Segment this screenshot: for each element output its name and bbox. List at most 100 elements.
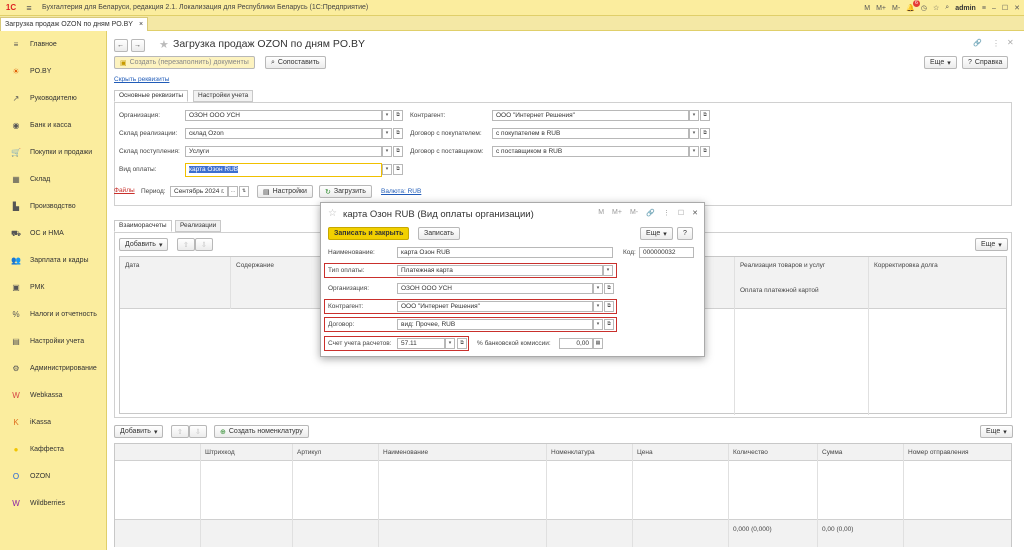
- search-icon[interactable]: ⌕: [945, 4, 949, 12]
- dialog-more-icon[interactable]: ⋮: [663, 209, 670, 217]
- more-button-grid2[interactable]: Еще ▾: [980, 425, 1013, 438]
- column-card-payment[interactable]: Оплата платежной картой: [740, 287, 819, 294]
- m-button[interactable]: M: [864, 5, 870, 12]
- move-up-button-bottom[interactable]: ⇧: [171, 425, 189, 438]
- column-date[interactable]: Дата: [125, 262, 139, 269]
- sidebar-item-chart[interactable]: ↗ Руководителю: [0, 85, 106, 112]
- sidebar-item-menu[interactable]: ≡ Главное: [0, 31, 106, 58]
- buyer-contract-field[interactable]: с покупателем в RUB: [492, 128, 689, 139]
- organization-field[interactable]: ОЗОН ООО УСН: [185, 110, 382, 121]
- sidebar-item-webkassa[interactable]: W Webkassa: [0, 382, 106, 409]
- period-stepper[interactable]: ⇅: [239, 186, 249, 197]
- move-down-button-bottom[interactable]: ⇩: [189, 425, 207, 438]
- m-plus-button[interactable]: M+: [876, 5, 886, 12]
- tab-document[interactable]: Загрузка продаж OZON по дням PO.BY ×: [0, 17, 149, 31]
- column-sum[interactable]: Сумма: [822, 449, 842, 456]
- name-field[interactable]: карта Озон RUB: [397, 247, 613, 258]
- tab-close-icon[interactable]: ×: [139, 21, 143, 28]
- hide-details-link[interactable]: Скрыть реквизиты: [114, 76, 169, 83]
- files-link[interactable]: Файлы: [114, 187, 135, 194]
- create-nomenclature-button[interactable]: ⊕ Создать номенклатуру: [214, 425, 309, 438]
- move-up-button[interactable]: ⇧: [177, 238, 195, 251]
- main-menu-icon[interactable]: ≡: [22, 3, 36, 13]
- dialog-contractor-dropdown[interactable]: ▾: [593, 301, 603, 312]
- move-down-button[interactable]: ⇩: [195, 238, 213, 251]
- dialog-more-button[interactable]: Еще ▾: [640, 227, 673, 240]
- column-name[interactable]: Наименование: [383, 449, 428, 456]
- warehouse-in-open[interactable]: ⧉: [393, 146, 403, 157]
- sidebar-item-coin[interactable]: ◉ Банк и касса: [0, 112, 106, 139]
- payment-kind-dropdown[interactable]: ▾: [603, 265, 613, 276]
- warehouse-sale-field[interactable]: склад Ozon: [185, 128, 382, 139]
- sidebar-item-sun[interactable]: ☀ PO.BY: [0, 58, 106, 85]
- add-button[interactable]: Добавить ▾: [119, 238, 169, 251]
- dialog-close-icon[interactable]: ✕: [692, 209, 698, 217]
- settings-button[interactable]: ▤ Настройки: [257, 185, 313, 198]
- supplier-contract-field[interactable]: с поставщиком в RUB: [492, 146, 689, 157]
- contractor-dropdown[interactable]: ▾: [689, 110, 699, 121]
- close-icon[interactable]: ✕: [1014, 4, 1020, 12]
- organization-dropdown[interactable]: ▾: [382, 110, 392, 121]
- forward-button[interactable]: →: [131, 39, 145, 52]
- dialog-link-icon[interactable]: 🔗: [646, 209, 655, 217]
- warehouse-in-dropdown[interactable]: ▾: [382, 146, 392, 157]
- warehouse-sale-dropdown[interactable]: ▾: [382, 128, 392, 139]
- match-button[interactable]: ⌕ Сопоставить: [265, 56, 326, 69]
- nomenclature-grid[interactable]: Штрихкод Артикул Наименование Номенклату…: [114, 443, 1012, 547]
- sidebar-item-ozon[interactable]: O OZON: [0, 463, 106, 490]
- back-button[interactable]: ←: [114, 39, 128, 52]
- account-field[interactable]: 57.11: [397, 338, 445, 349]
- currency-link[interactable]: Валюта: RUB: [381, 188, 421, 195]
- add-button-bottom[interactable]: Добавить ▾: [114, 425, 164, 438]
- sidebar-item-book[interactable]: ▤ Настройки учета: [0, 328, 106, 355]
- sidebar-item-ikassa[interactable]: KiKassa: [0, 409, 106, 436]
- tab-main-details[interactable]: Основные реквизиты: [114, 90, 189, 102]
- save-button[interactable]: Записать: [418, 227, 460, 240]
- dialog-m-button[interactable]: M: [598, 209, 604, 217]
- code-field[interactable]: 000000032: [639, 247, 694, 258]
- supplier-contract-dropdown[interactable]: ▾: [689, 146, 699, 157]
- tab-accounting-settings[interactable]: Настройки учета: [193, 90, 254, 102]
- contractor-open[interactable]: ⧉: [700, 110, 710, 121]
- dialog-contractor-open[interactable]: ⧉: [604, 301, 614, 312]
- column-nomenclature[interactable]: Номенклатура: [551, 449, 595, 456]
- favorite-star-icon[interactable]: ★: [159, 38, 169, 51]
- column-content[interactable]: Содержание: [236, 262, 274, 269]
- account-open[interactable]: ⧉: [457, 338, 467, 349]
- help-button[interactable]: ? Справка: [962, 56, 1009, 69]
- sidebar-item-cart[interactable]: 🛒 Покупки и продажи: [0, 139, 106, 166]
- dialog-org-field[interactable]: ОЗОН ООО УСН: [397, 283, 593, 294]
- dialog-m-plus-button[interactable]: M+: [612, 209, 622, 217]
- sidebar-item-percent[interactable]: % Налоги и отчетность: [0, 301, 106, 328]
- period-dropdown[interactable]: …: [228, 186, 238, 197]
- tab-settlements[interactable]: Взаиморасчеты: [114, 220, 172, 232]
- dialog-contractor-field[interactable]: ООО "Интернет Решения": [397, 301, 593, 312]
- column-price[interactable]: Цена: [637, 449, 653, 456]
- sidebar-item-people[interactable]: 👥 Зарплата и кадры: [0, 247, 106, 274]
- more-actions-icon[interactable]: ⋮: [992, 39, 1000, 48]
- more-button-grid1[interactable]: Еще ▾: [975, 238, 1008, 251]
- account-dropdown[interactable]: ▾: [445, 338, 455, 349]
- dialog-contract-field[interactable]: вид: Прочее, RUB: [397, 319, 593, 330]
- m-minus-button[interactable]: M-: [892, 5, 900, 12]
- dialog-help-button[interactable]: ?: [677, 227, 693, 240]
- column-quantity[interactable]: Количество: [733, 449, 768, 456]
- sidebar-item-truck[interactable]: ⛟ ОС и НМА: [0, 220, 106, 247]
- create-documents-button[interactable]: ▣ Создать (перезаполнить) документы: [114, 56, 255, 69]
- user-name[interactable]: admin: [955, 5, 976, 12]
- warehouse-in-field[interactable]: Услуги: [185, 146, 382, 157]
- sidebar-item-warehouse[interactable]: ▦ Склад: [0, 166, 106, 193]
- payment-kind-field[interactable]: Платежная карта: [397, 265, 603, 276]
- maximize-icon[interactable]: ☐: [1002, 4, 1008, 12]
- link-icon[interactable]: 🔗: [973, 39, 982, 47]
- column-debt-adjustment[interactable]: Корректировка долга: [874, 262, 938, 269]
- minimize-icon[interactable]: –: [992, 5, 996, 12]
- payment-type-field[interactable]: карта Озон RUB: [185, 163, 382, 177]
- payment-type-open[interactable]: ⧉: [393, 164, 403, 175]
- calculator-icon[interactable]: ▦: [593, 338, 603, 349]
- settings-icon[interactable]: ≡: [982, 5, 986, 12]
- sidebar-item-register[interactable]: ▣ РМК: [0, 274, 106, 301]
- buyer-contract-open[interactable]: ⧉: [700, 128, 710, 139]
- commission-field[interactable]: 0,00: [559, 338, 593, 349]
- sidebar-item-kaffesta[interactable]: ● Каффеста: [0, 436, 106, 463]
